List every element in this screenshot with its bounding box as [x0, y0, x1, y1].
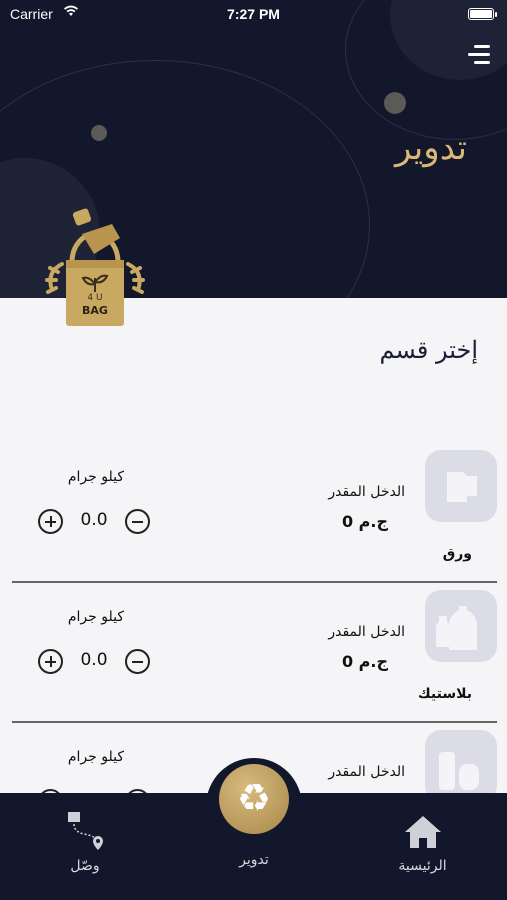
category-row-paper[interactable]: ورق الدخل المقدر 0 ج.م كيلو جرام 0.0	[0, 450, 507, 590]
unit-label: كيلو جرام	[67, 609, 124, 625]
delivery-route-icon	[68, 812, 103, 850]
income-label: الدخل المقدر	[328, 624, 405, 640]
unit-label: كيلو جرام	[67, 469, 124, 485]
battery-icon	[468, 8, 497, 20]
decrease-button[interactable]	[125, 509, 150, 534]
category-name: بلاستيك	[417, 686, 472, 702]
recycle-button[interactable]: ♻	[219, 764, 289, 834]
logo-text-bottom: BAG	[82, 304, 108, 317]
quantity-value[interactable]: 0.0	[70, 650, 118, 670]
decrease-button[interactable]	[125, 649, 150, 674]
cans-icon[interactable]	[425, 730, 497, 802]
tab-home-label: الرئيسية	[398, 858, 447, 874]
logo-text-top: 4 U	[87, 293, 103, 303]
page-title: تدوير	[395, 128, 467, 168]
plastic-bottle-icon[interactable]	[425, 590, 497, 662]
unit-label: كيلو جرام	[67, 749, 124, 765]
app-logo: 4 U BAG	[40, 204, 150, 334]
income-label: الدخل المقدر	[328, 484, 405, 500]
row-divider	[12, 721, 497, 723]
row-divider	[12, 581, 497, 583]
paper-icon[interactable]	[425, 450, 497, 522]
income-value: 0 ج.م	[341, 652, 388, 671]
home-icon	[405, 816, 441, 848]
status-bar: Carrier 7:27 PM	[0, 4, 507, 24]
decor-dot	[384, 92, 406, 114]
increase-button[interactable]	[38, 649, 63, 674]
category-row-plastic[interactable]: بلاستيك الدخل المقدر 0 ج.م كيلو جرام 0.0	[0, 590, 507, 730]
tab-connect[interactable]: وصّل	[50, 810, 120, 882]
decor-dot	[91, 125, 107, 141]
tab-home[interactable]: الرئيسية	[385, 810, 460, 882]
tab-connect-label: وصّل	[70, 858, 100, 874]
income-label: الدخل المقدر	[328, 764, 405, 780]
section-title: إختر قسم	[379, 336, 478, 364]
menu-icon[interactable]	[462, 42, 492, 68]
recycle-icon: ♻	[236, 776, 272, 820]
category-name: ورق	[442, 546, 472, 562]
tab-recycle-label: تدوير	[239, 852, 269, 868]
increase-button[interactable]	[38, 509, 63, 534]
clock: 7:27 PM	[227, 6, 280, 22]
income-value: 0 ج.م	[341, 512, 388, 531]
quantity-value[interactable]: 0.0	[70, 510, 118, 530]
